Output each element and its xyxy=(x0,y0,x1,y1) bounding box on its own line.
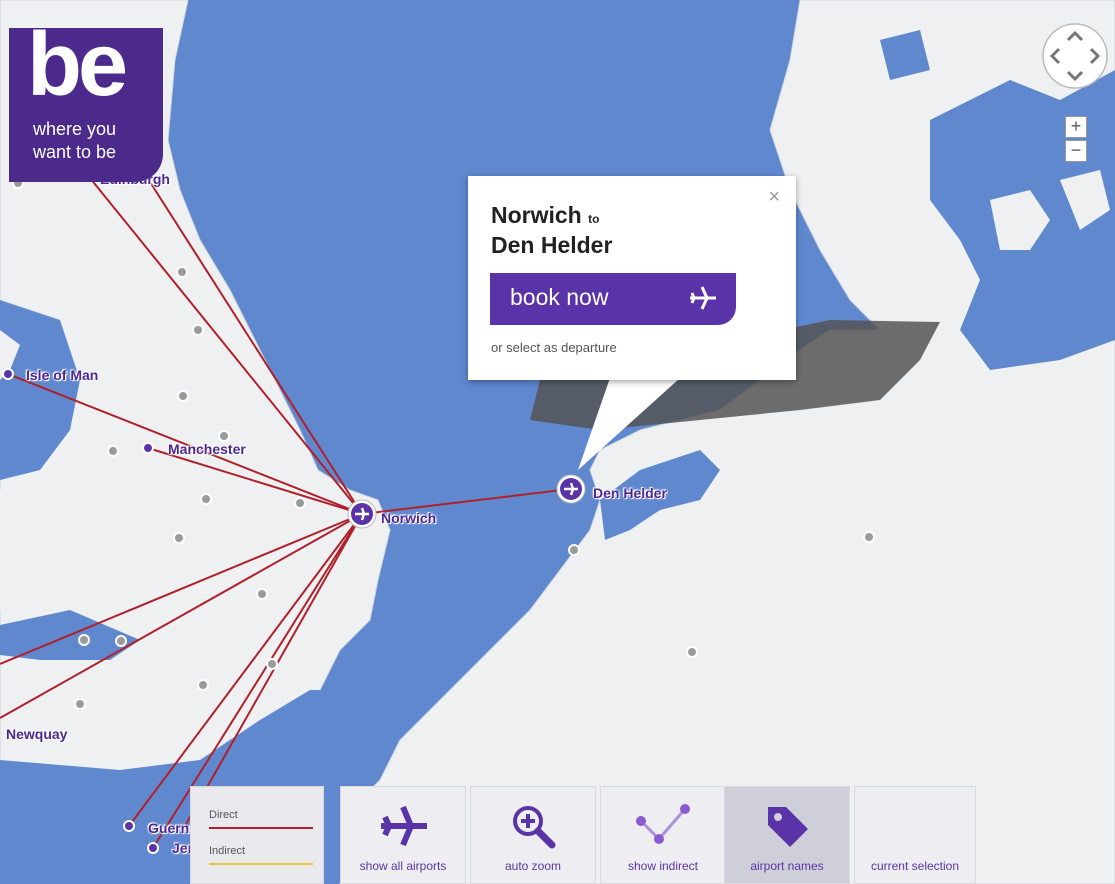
show-all-airports-label: show all airports xyxy=(359,859,447,873)
route-connector: to xyxy=(588,212,600,226)
airport-label-den-helder[interactable]: Den Helder xyxy=(593,485,667,501)
popup-origin: Norwich to xyxy=(491,202,599,229)
legend-indirect-label: Indirect xyxy=(209,845,246,857)
auto-zoom-button[interactable]: auto zoom xyxy=(470,786,596,884)
airport-label-norwich[interactable]: Norwich xyxy=(381,510,436,526)
select-as-departure-link[interactable]: or select as departure xyxy=(491,340,617,355)
show-indirect-button[interactable]: show indirect xyxy=(600,786,726,884)
tag-icon xyxy=(768,807,808,847)
current-selection-button[interactable]: current selection xyxy=(854,786,976,884)
origin-name: Norwich xyxy=(491,202,582,228)
auto-zoom-label: auto zoom xyxy=(504,859,562,873)
airport-label-manchester[interactable]: Manchester xyxy=(168,441,246,457)
book-now-label: book now xyxy=(510,284,609,310)
zoom-control: + − xyxy=(1065,116,1087,164)
legend-direct-label: Direct xyxy=(209,809,238,821)
popup-destination: Den Helder xyxy=(491,232,613,258)
current-selection-label: current selection xyxy=(870,859,960,873)
airport-label-newquay[interactable]: Newquay xyxy=(6,726,67,742)
legend-direct-line xyxy=(209,827,313,829)
tagline-line-2: want to be xyxy=(33,142,117,162)
indirect-route-icon xyxy=(636,804,690,844)
be-logo[interactable]: be where you want to be xyxy=(9,15,163,182)
pan-control[interactable] xyxy=(1041,22,1109,90)
route-popup: × Norwich to Den Helder book now or sele… xyxy=(468,176,796,380)
legend-indirect-line xyxy=(209,863,313,865)
norwich-marker[interactable] xyxy=(347,499,377,529)
show-all-airports-button[interactable]: show all airports xyxy=(340,786,466,884)
den-helder-marker[interactable] xyxy=(556,474,586,504)
bottom-toolbar: Direct Indirect show all airports auto z… xyxy=(190,786,1115,884)
airport-dot-guernsey xyxy=(123,820,135,832)
airport-dot-isle-of-man xyxy=(2,368,14,380)
zoom-out-button[interactable]: − xyxy=(1065,140,1087,162)
book-now-button[interactable]: book now xyxy=(490,273,736,325)
logo-mark: be xyxy=(27,15,128,115)
zoom-in-button[interactable]: + xyxy=(1065,116,1087,138)
airport-names-label: airport names xyxy=(750,859,824,873)
airport-dot-manchester xyxy=(142,442,154,454)
magnifier-plus-icon xyxy=(513,806,556,849)
airport-label-isle-of-man[interactable]: Isle of Man xyxy=(26,367,98,383)
plane-icon xyxy=(381,805,427,847)
route-legend: Direct Indirect xyxy=(190,786,324,884)
tagline-line-1: where you xyxy=(33,119,117,139)
show-indirect-label: show indirect xyxy=(627,859,699,873)
plane-icon xyxy=(690,286,716,310)
close-icon[interactable]: × xyxy=(768,186,780,209)
airport-dot-jersey xyxy=(147,842,159,854)
logo-tagline: where you want to be xyxy=(33,118,116,164)
airport-names-button[interactable]: airport names xyxy=(724,786,850,884)
